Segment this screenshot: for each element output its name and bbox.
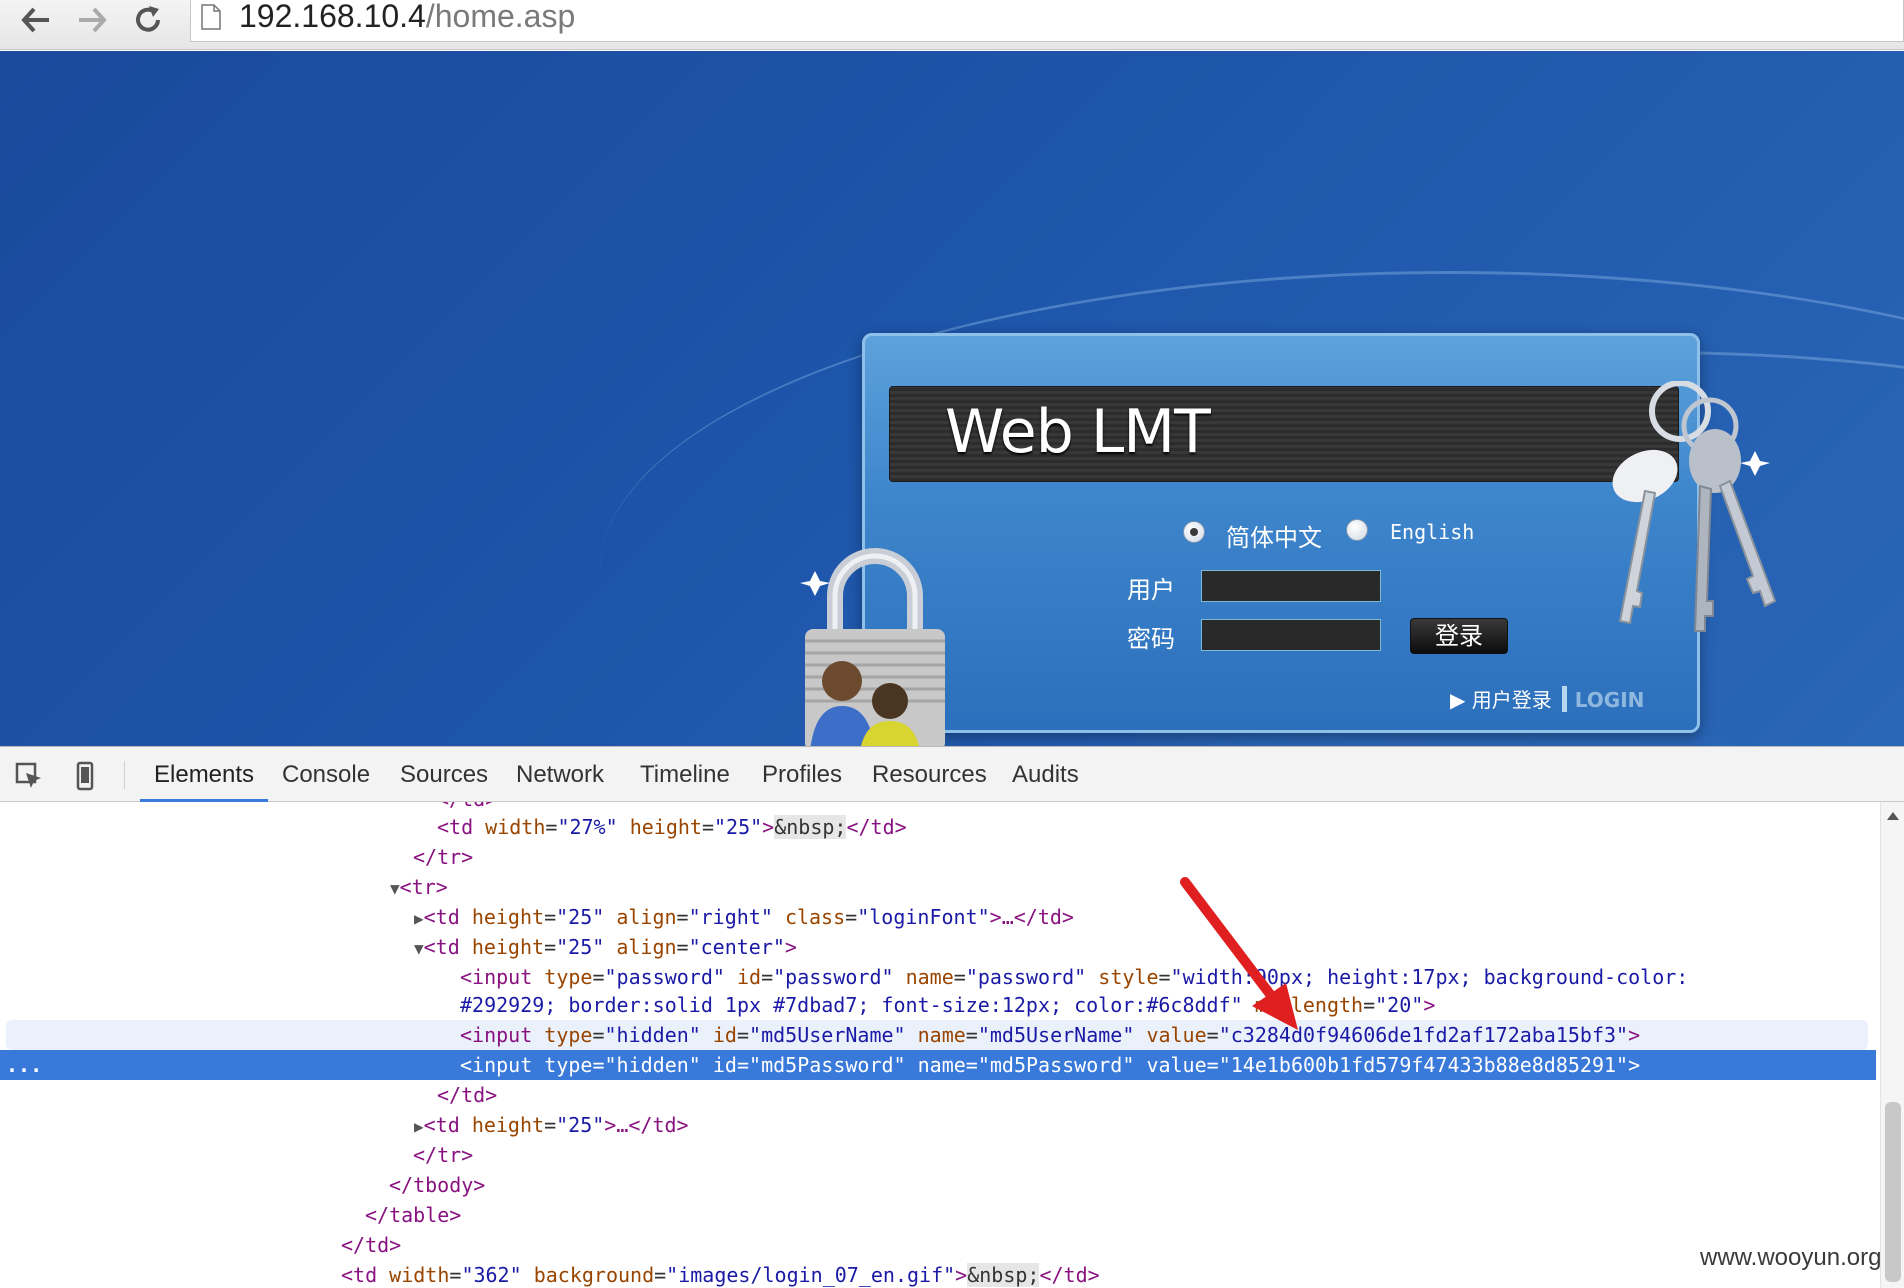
forward-button[interactable] <box>70 0 114 40</box>
radio-chinese[interactable] <box>1183 521 1205 543</box>
password-input[interactable] <box>1201 619 1381 651</box>
tab-sources[interactable]: Sources <box>400 747 488 802</box>
login-footer: ▶ 用户登录 LOGIN <box>1450 684 1644 713</box>
page-icon <box>201 4 221 30</box>
inspect-element-icon[interactable] <box>14 761 44 791</box>
login-link-cn[interactable]: ▶ 用户登录 <box>1450 688 1552 712</box>
dom-node-line[interactable]: </table> <box>365 1200 1880 1230</box>
collapse-triangle-icon[interactable]: ▼ <box>414 939 424 958</box>
tab-profiles[interactable]: Profiles <box>762 747 842 802</box>
dom-node-line[interactable]: ▼<tr> <box>390 872 1880 902</box>
dom-node-line[interactable]: ▶<td height="25" align="right" class="lo… <box>414 902 1880 932</box>
reload-button[interactable] <box>126 0 170 40</box>
dom-node-line[interactable]: ▼<td height="25" align="center"> <box>414 932 1880 962</box>
device-mode-icon[interactable] <box>70 761 100 791</box>
dom-node-line[interactable]: </td> <box>341 1230 1880 1260</box>
dom-node-line[interactable]: ▶<td height="25">…</td> <box>414 1110 1880 1140</box>
scroll-up-icon[interactable] <box>1887 812 1899 820</box>
dom-node-line-selected[interactable]: ... <input type="hidden" id="md5Password"… <box>0 1050 1876 1080</box>
tab-timeline[interactable]: Timeline <box>640 747 730 802</box>
app-title: Web LMT <box>945 397 1211 467</box>
url-path: /home.asp <box>425 0 576 34</box>
toolbar-divider <box>124 761 125 789</box>
tab-resources[interactable]: Resources <box>872 747 987 802</box>
more-options-icon[interactable]: ... <box>6 1050 42 1080</box>
login-button[interactable]: 登录 <box>1410 618 1508 654</box>
dom-node-line[interactable]: <td width="27%" height="25">&nbsp;</td> <box>437 812 1880 842</box>
reload-icon <box>136 6 160 32</box>
radio-chinese-label[interactable]: 简体中文 <box>1226 518 1322 553</box>
dom-node-line[interactable]: </tr> <box>413 842 1880 872</box>
tab-network[interactable]: Network <box>516 747 604 802</box>
expand-triangle-icon[interactable]: ▶ <box>414 1117 424 1136</box>
username-label: 用户 <box>1127 576 1175 604</box>
devtools-panel: Elements Console Sources Network Timelin… <box>0 746 1904 1288</box>
tab-audits[interactable]: Audits <box>1012 747 1079 802</box>
footer-divider <box>1561 686 1567 712</box>
devtools-toolbar: Elements Console Sources Network Timelin… <box>0 747 1904 802</box>
forward-arrow-icon <box>79 7 107 33</box>
dom-node-line[interactable]: <td width="362" background="images/login… <box>341 1260 1880 1288</box>
collapse-triangle-icon[interactable]: ▼ <box>390 879 400 898</box>
scrollbar-thumb[interactable] <box>1885 1102 1901 1282</box>
page-viewport: Web LMT 简体中文 English 用户 密码 登录 ▶ 用户登录 LOGI… <box>0 51 1904 746</box>
password-label: 密码 <box>1127 625 1175 653</box>
url-text: 192.168.10.4/home.asp <box>239 0 575 34</box>
dom-node-line[interactable]: #292929; border:solid 1px #7dbad7; font-… <box>460 990 1880 1020</box>
title-band: Web LMT <box>889 386 1679 482</box>
expand-triangle-icon[interactable]: ▶ <box>414 909 424 928</box>
tab-elements[interactable]: Elements <box>140 747 269 802</box>
dom-node-line[interactable]: </tr> <box>413 1140 1880 1170</box>
elements-tree: </td> <td width="27%" height="25">&nbsp;… <box>0 802 1880 1288</box>
dom-node-line[interactable]: </td> <box>437 1080 1880 1110</box>
dom-node-line[interactable]: <input type="password" id="password" nam… <box>460 962 1880 992</box>
login-link-en[interactable]: LOGIN <box>1575 688 1645 712</box>
watermark: www.wooyun.org <box>1700 1244 1882 1271</box>
username-input[interactable] <box>1201 570 1381 602</box>
radio-english-label[interactable]: English <box>1390 520 1474 544</box>
dom-node-line[interactable]: </tbody> <box>389 1170 1880 1200</box>
url-host: 192.168.10.4 <box>239 0 426 34</box>
tab-console[interactable]: Console <box>282 747 370 802</box>
radio-english[interactable] <box>1346 519 1368 541</box>
browser-toolbar: 192.168.10.4/home.asp <box>0 0 1904 50</box>
address-bar[interactable]: 192.168.10.4/home.asp <box>190 0 1904 42</box>
keys-icon <box>1612 381 1777 632</box>
padlock-users-icon <box>800 548 945 746</box>
back-button[interactable] <box>14 0 58 40</box>
login-card: Web LMT 简体中文 English 用户 密码 登录 ▶ 用户登录 LOGI… <box>862 333 1700 733</box>
back-arrow-icon <box>21 7 49 33</box>
dom-node-line-hovered[interactable]: <input type="hidden" id="md5UserName" na… <box>6 1020 1868 1050</box>
vertical-scrollbar[interactable] <box>1880 802 1904 1288</box>
